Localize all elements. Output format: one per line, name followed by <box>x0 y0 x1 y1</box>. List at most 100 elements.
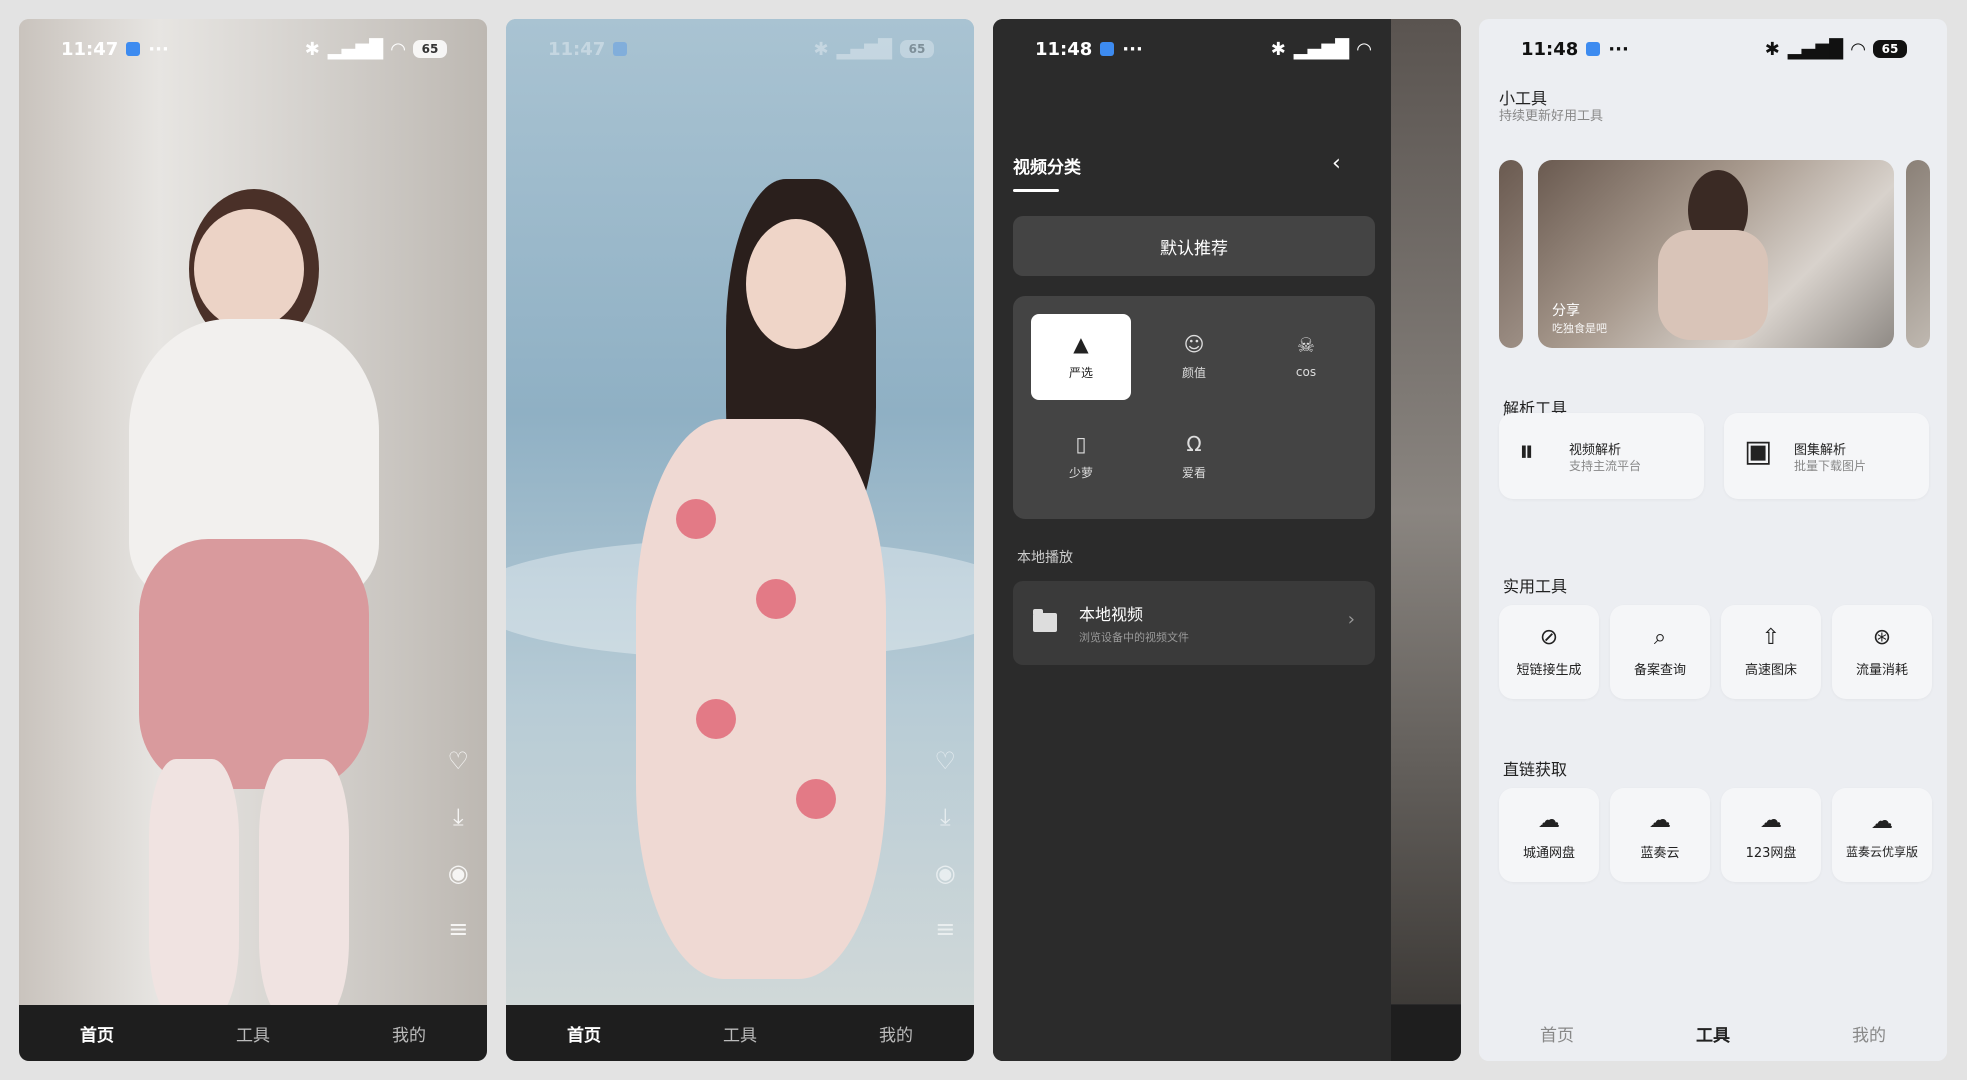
tool-label: 城通网盘 <box>1522 845 1575 861</box>
tool-label: 备案查询 <box>1633 662 1686 678</box>
bottom-nav: 首页 工具 我的 <box>19 1005 487 1061</box>
category-label: 少萝 <box>1068 465 1093 480</box>
nav-tools[interactable]: 工具 <box>1696 1021 1730 1046</box>
category-cos[interactable]: ☠ cos <box>1256 314 1356 400</box>
nav-mine[interactable]: 我的 <box>1852 1021 1886 1046</box>
direct-link-grid: ☁ 城通网盘 ☁ 蓝奏云 ☁ 123网盘 ☁ 蓝奏云优享版 <box>1499 788 1932 882</box>
bluetooth-icon: ✱ <box>304 38 320 60</box>
bluetooth-icon: ✱ <box>813 38 829 60</box>
upload-file-icon: ⇧ <box>1761 624 1781 650</box>
cloud-icon: ☁ <box>1649 807 1671 833</box>
local-video-subtitle: 浏览设备中的视频文件 <box>1079 631 1189 644</box>
lanzou-premium-tool[interactable]: ☁ 蓝奏云优享版 <box>1832 788 1932 882</box>
tool-label: 123网盘 <box>1745 845 1797 861</box>
clock: 11:47 <box>61 38 119 60</box>
video-frame[interactable] <box>506 19 974 1005</box>
heart-icon[interactable]: ♡ <box>934 749 956 773</box>
nav-home[interactable]: 首页 <box>567 1021 601 1046</box>
signal-icon: ▂▄▆█ <box>1293 38 1350 60</box>
eye-icon[interactable]: ◉ <box>448 861 469 885</box>
phone-screen-video-feed-1: 11:47 ··· ✱ ▂▄▆█ ◠ 65 ♡ ⤓ ◉ ≡ 首页 工具 我的 <box>19 19 487 1061</box>
more-notifications-icon: ··· <box>148 38 169 60</box>
category-yanxuan[interactable]: ▲ 严选 <box>1031 314 1131 400</box>
tool-label: 蓝奏云优享版 <box>1845 844 1918 859</box>
video-parse-card[interactable]: ⏸ 视频解析 支持主流平台 <box>1499 413 1704 499</box>
signal-icon: ▂▄▆█ <box>1787 38 1844 60</box>
video-side-actions: ♡ ⤓ ◉ ≡ <box>447 749 469 941</box>
direct-link-title: 直链获取 <box>1503 760 1568 779</box>
nav-tools[interactable]: 工具 <box>723 1021 757 1046</box>
app-notification-icon <box>613 42 628 56</box>
battery-icon: 65 <box>413 40 447 58</box>
eye-icon[interactable]: ◉ <box>935 861 956 885</box>
category-drawer: 11:48 ··· ✱ ▂▄▆█ ◠ 视频分类 ‹ 默认推荐 ▲ 严选 ☺ 颜值 <box>993 19 1391 1061</box>
nav-home[interactable]: 首页 <box>80 1021 114 1046</box>
tool-label: 蓝奏云 <box>1640 845 1680 861</box>
util-tools-grid: ⊘ 短链接生成 ⌕ 备案查询 ⇧ 高速图床 ⊛ 流量消耗 <box>1499 605 1932 699</box>
status-bar: 11:47 ✱ ▂▄▆█ 65 <box>506 19 974 79</box>
bottle-icon: ▯ <box>1075 431 1087 456</box>
chevron-right-icon: › <box>1347 609 1355 630</box>
image-icon: ▣ <box>1744 434 1773 469</box>
card-subtitle: 支持主流平台 <box>1569 459 1642 473</box>
app-notification-icon <box>1100 42 1115 56</box>
clock: 11:48 <box>1521 38 1579 60</box>
image-host-tool[interactable]: ⇧ 高速图床 <box>1721 605 1821 699</box>
tool-label: 短链接生成 <box>1516 662 1582 678</box>
more-notifications-icon: ··· <box>1608 38 1629 60</box>
fire-icon: ▲ <box>1073 331 1089 356</box>
download-icon[interactable]: ⤓ <box>940 805 951 829</box>
folder-icon <box>1033 609 1057 632</box>
default-recommend-button[interactable]: 默认推荐 <box>1013 216 1375 276</box>
banner-next-peek[interactable] <box>1906 160 1930 348</box>
nav-mine[interactable]: 我的 <box>392 1021 426 1046</box>
background-video-peek <box>1391 19 1461 1004</box>
phone-screen-video-feed-2: 11:47 ✱ ▂▄▆█ 65 ♡ ⤓ ◉ ≡ 首页 工具 我的 <box>506 19 974 1061</box>
video-side-actions: ♡ ⤓ ◉ ≡ <box>934 749 956 941</box>
download-icon[interactable]: ⤓ <box>453 805 464 829</box>
page-subtitle: 持续更新好用工具 <box>1499 109 1604 124</box>
icp-query-tool[interactable]: ⌕ 备案查询 <box>1610 605 1710 699</box>
lanzou-tool[interactable]: ☁ 蓝奏云 <box>1610 788 1710 882</box>
card-subtitle: 批量下载图片 <box>1794 459 1867 473</box>
util-tools-title: 实用工具 <box>1503 577 1568 596</box>
tool-label: 流量消耗 <box>1855 662 1908 678</box>
category-label: 颜值 <box>1181 365 1206 380</box>
title-underline <box>1013 189 1059 192</box>
category-label: 严选 <box>1068 365 1093 380</box>
wifi-icon: ◠ <box>391 38 405 60</box>
category-grid: ▲ 严选 ☺ 颜值 ☠ cos ▯ 少萝 Ω 爱看 <box>1013 296 1375 519</box>
bottom-nav: 首页 工具 我的 <box>1479 1005 1947 1061</box>
nav-home[interactable]: 首页 <box>1540 1021 1574 1046</box>
chevron-left-icon[interactable]: ‹ <box>1332 151 1341 176</box>
nav-tools[interactable]: 工具 <box>236 1021 270 1046</box>
category-shaoluo[interactable]: ▯ 少萝 <box>1031 414 1131 500</box>
album-parse-card[interactable]: ▣ 图集解析 批量下载图片 <box>1724 413 1929 499</box>
link-icon: ⊘ <box>1539 624 1559 650</box>
video-frame[interactable] <box>19 19 487 1005</box>
speed-icon: ⊛ <box>1872 624 1892 650</box>
menu-icon[interactable]: ≡ <box>935 917 955 941</box>
category-label: 爱看 <box>1181 465 1206 480</box>
traffic-burn-tool[interactable]: ⊛ 流量消耗 <box>1832 605 1932 699</box>
ctfile-tool[interactable]: ☁ 城通网盘 <box>1499 788 1599 882</box>
nav-mine[interactable]: 我的 <box>879 1021 913 1046</box>
heart-icon[interactable]: ♡ <box>447 749 469 773</box>
status-bar: 11:48 ··· ✱ ▂▄▆█ ◠ <box>993 19 1391 79</box>
menu-icon[interactable]: ≡ <box>448 917 468 941</box>
short-link-tool[interactable]: ⊘ 短链接生成 <box>1499 605 1599 699</box>
wifi-icon: ◠ <box>1851 38 1865 60</box>
local-video-entry[interactable]: 本地视频 浏览设备中的视频文件 › <box>1013 581 1375 665</box>
card-title: 视频解析 <box>1569 443 1622 458</box>
banner-carousel-item[interactable]: 分享 吃独食是吧 <box>1538 160 1894 348</box>
category-yanzhi[interactable]: ☺ 颜值 <box>1144 314 1244 400</box>
play-pause-icon: ⏸ <box>1519 434 1534 469</box>
banner-prev-peek[interactable] <box>1499 160 1523 348</box>
skull-icon: ☠ <box>1297 333 1315 357</box>
wifi-icon: ◠ <box>1357 38 1371 60</box>
category-aikan[interactable]: Ω 爱看 <box>1144 414 1244 500</box>
cloud-icon: ☁ <box>1760 807 1782 833</box>
pan123-tool[interactable]: ☁ 123网盘 <box>1721 788 1821 882</box>
clock: 11:48 <box>1035 38 1093 60</box>
banner-caption: 分享 吃独食是吧 <box>1552 300 1607 336</box>
